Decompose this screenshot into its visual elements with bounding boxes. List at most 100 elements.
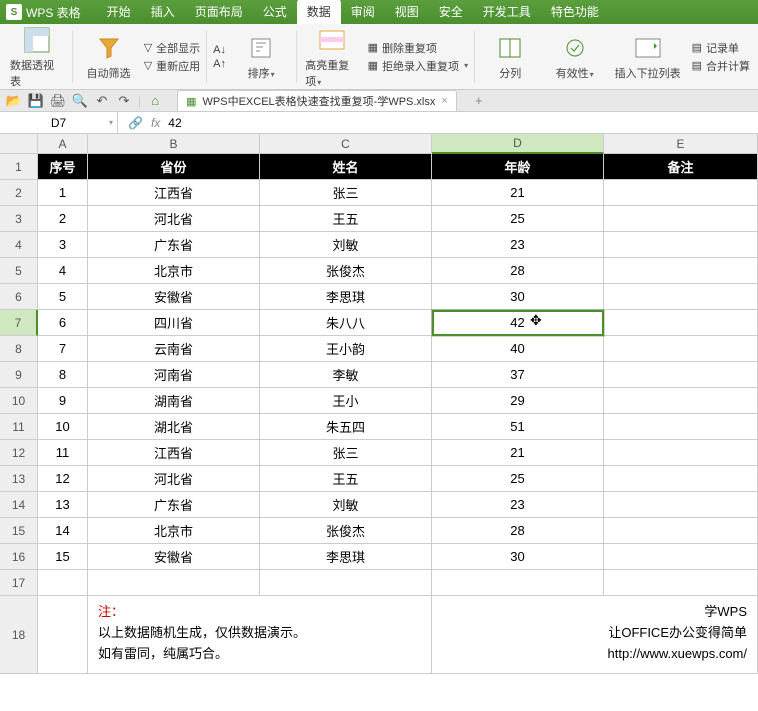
row-header-5[interactable]: 5 — [0, 258, 38, 284]
row-header-2[interactable]: 2 — [0, 180, 38, 206]
menu-tab-7[interactable]: 安全 — [429, 0, 473, 24]
row-header-8[interactable]: 8 — [0, 336, 38, 362]
sort-button[interactable]: 排序▾ — [230, 30, 292, 83]
name-box[interactable]: D7 ▾ — [0, 112, 118, 133]
cell[interactable] — [604, 180, 758, 206]
cell[interactable]: 安徽省 — [88, 544, 260, 570]
row-header-10[interactable]: 10 — [0, 388, 38, 414]
cell[interactable]: 1 — [38, 180, 88, 206]
cell[interactable]: 28 — [432, 518, 604, 544]
cell[interactable]: 51 — [432, 414, 604, 440]
cell[interactable] — [604, 570, 758, 596]
col-header-C[interactable]: C — [260, 134, 432, 154]
row-header-18[interactable]: 18 — [0, 596, 38, 674]
show-all-button[interactable]: ▽全部显示 — [144, 40, 200, 56]
cell[interactable]: 王五 — [260, 466, 432, 492]
sort-asc-icon[interactable]: A↓ — [213, 44, 226, 56]
cell[interactable] — [88, 570, 260, 596]
cell[interactable] — [604, 258, 758, 284]
cell[interactable] — [38, 596, 88, 674]
cell[interactable]: 2 — [38, 206, 88, 232]
cell[interactable] — [604, 284, 758, 310]
home-icon[interactable]: ⌂ — [147, 93, 163, 109]
col-header-B[interactable]: B — [88, 134, 260, 154]
fx-icon[interactable]: fx — [151, 116, 160, 130]
cell[interactable]: 北京市 — [88, 518, 260, 544]
cell[interactable] — [604, 310, 758, 336]
cell[interactable]: 王五 — [260, 206, 432, 232]
print-icon[interactable]: 🖨 — [50, 93, 66, 109]
row-header-13[interactable]: 13 — [0, 466, 38, 492]
undo-icon[interactable]: ↶ — [94, 93, 110, 109]
cell[interactable]: 23 — [432, 492, 604, 518]
cell[interactable]: 姓名 — [260, 154, 432, 180]
save-icon[interactable]: 💾 — [28, 93, 44, 109]
remove-dup-button[interactable]: ▦删除重复项 — [368, 40, 468, 56]
cell[interactable] — [38, 570, 88, 596]
cell[interactable]: 河北省 — [88, 206, 260, 232]
cell[interactable] — [604, 388, 758, 414]
cell[interactable]: 13 — [38, 492, 88, 518]
cell[interactable] — [604, 206, 758, 232]
cell[interactable] — [604, 414, 758, 440]
cell[interactable]: 广东省 — [88, 492, 260, 518]
document-tab[interactable]: ▦ WPS中EXCEL表格快速查找重复项-学WPS.xlsx × — [177, 90, 457, 111]
cell[interactable]: 李思琪 — [260, 544, 432, 570]
split-button[interactable]: 分列 — [479, 30, 541, 83]
cell[interactable] — [604, 492, 758, 518]
cell[interactable] — [604, 440, 758, 466]
menu-tab-2[interactable]: 页面布局 — [185, 0, 253, 24]
cell[interactable]: 王小韵 — [260, 336, 432, 362]
cell[interactable] — [604, 362, 758, 388]
redo-icon[interactable]: ↷ — [116, 93, 132, 109]
close-tab-icon[interactable]: × — [441, 95, 447, 107]
preview-icon[interactable]: 🔍 — [72, 93, 88, 109]
cell[interactable] — [604, 544, 758, 570]
cell[interactable] — [604, 232, 758, 258]
row-header-9[interactable]: 9 — [0, 362, 38, 388]
cell[interactable]: 7 — [38, 336, 88, 362]
cell[interactable]: 8 — [38, 362, 88, 388]
cell[interactable]: 刘敏 — [260, 232, 432, 258]
cell[interactable] — [604, 466, 758, 492]
row-header-1[interactable]: 1 — [0, 154, 38, 180]
row-header-15[interactable]: 15 — [0, 518, 38, 544]
cell[interactable]: 四川省 — [88, 310, 260, 336]
cell[interactable]: 刘敏 — [260, 492, 432, 518]
menu-tab-9[interactable]: 特色功能 — [541, 0, 609, 24]
col-header-D[interactable]: D — [432, 134, 604, 154]
row-header-4[interactable]: 4 — [0, 232, 38, 258]
row-header-14[interactable]: 14 — [0, 492, 38, 518]
col-header-A[interactable]: A — [38, 134, 88, 154]
cell[interactable]: 9 — [38, 388, 88, 414]
autofilter-button[interactable]: 自动筛选 — [77, 30, 139, 83]
cell[interactable]: 21 — [432, 440, 604, 466]
select-all-corner[interactable] — [0, 134, 38, 154]
cell[interactable]: 河南省 — [88, 362, 260, 388]
row-header-17[interactable]: 17 — [0, 570, 38, 596]
cell[interactable]: 40 — [432, 336, 604, 362]
menu-tab-4[interactable]: 数据 — [297, 0, 341, 24]
row-header-12[interactable]: 12 — [0, 440, 38, 466]
cell[interactable]: 朱八八 — [260, 310, 432, 336]
insert-dropdown-button[interactable]: 插入下拉列表 — [608, 30, 688, 83]
credit-cell[interactable]: 学WPS让OFFICE办公变得简单http://www.xuewps.com/ — [432, 596, 758, 674]
cell[interactable]: 江西省 — [88, 180, 260, 206]
cell[interactable]: 河北省 — [88, 466, 260, 492]
cell[interactable]: 湖南省 — [88, 388, 260, 414]
cell[interactable]: 李敏 — [260, 362, 432, 388]
cell[interactable]: 张俊杰 — [260, 518, 432, 544]
cell[interactable]: 李思琪 — [260, 284, 432, 310]
cell[interactable]: 4 — [38, 258, 88, 284]
cell[interactable]: 29 — [432, 388, 604, 414]
cell[interactable]: 6 — [38, 310, 88, 336]
record-button[interactable]: ▤记录单 — [692, 40, 750, 56]
link-icon[interactable]: 🔗 — [128, 116, 143, 130]
cell[interactable]: 14 — [38, 518, 88, 544]
cell[interactable]: 江西省 — [88, 440, 260, 466]
cell[interactable] — [604, 336, 758, 362]
row-header-6[interactable]: 6 — [0, 284, 38, 310]
reject-dup-button[interactable]: ▦拒绝录入重复项▾ — [368, 58, 468, 74]
cell[interactable] — [432, 570, 604, 596]
new-tab-icon[interactable]: + — [471, 93, 487, 109]
